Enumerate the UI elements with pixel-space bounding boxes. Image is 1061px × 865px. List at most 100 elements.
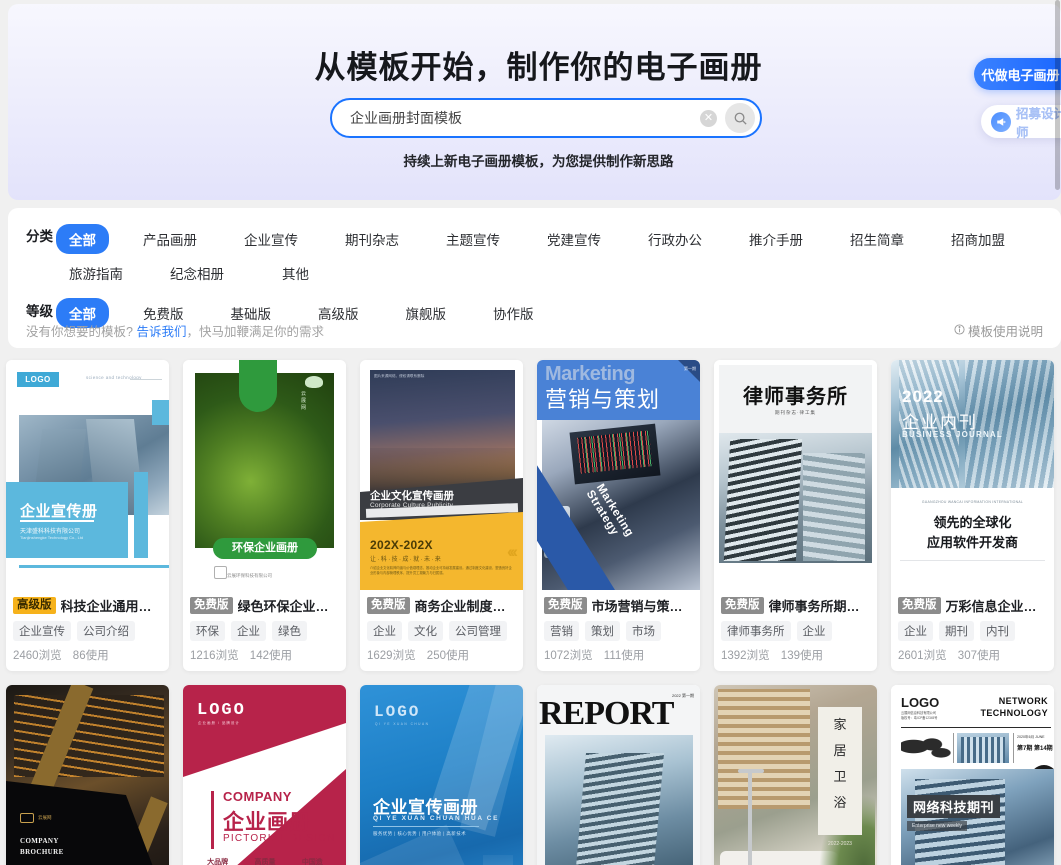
tag[interactable]: 公司管理 <box>449 621 507 641</box>
template-name: 绿色环保企业宣... <box>237 599 340 614</box>
template-card[interactable]: 家 居 卫 浴 2022-2023 <box>714 685 877 865</box>
search-bar[interactable]: ✕ <box>330 98 762 138</box>
template-meta: 免费版 万彩信息企业期... 企业 期刊 内刊 2601浏览 307使用 <box>891 590 1054 671</box>
cover-en-1: NETWORK <box>998 696 1048 706</box>
category-chip-7[interactable]: 推介手册 <box>736 224 816 254</box>
category-chip-9[interactable]: 招商加盟 <box>938 224 1018 254</box>
tag[interactable]: 律师事务所 <box>721 621 791 641</box>
page-scrollbar[interactable] <box>1055 0 1061 865</box>
tag[interactable]: 市场 <box>626 621 661 641</box>
template-card[interactable]: 图片来源网络，侵权请联系删除 企业文化宣传画册 Corporate Cultur… <box>360 360 523 671</box>
template-thumbnail[interactable]: LOGO science and technology 企业宣传册 天津盛科科技… <box>6 360 169 590</box>
hero-banner: 从模板开始，制作你的电子画册 ✕ 持续上新电子画册模板，为您提供制作新思路 <box>8 4 1061 200</box>
cover-year: 2022 <box>902 387 944 406</box>
template-card[interactable]: LOGO QI YE XUAN CHUAN 企业宣传画册 QI YE XUAN … <box>360 685 523 865</box>
tag[interactable]: 营销 <box>544 621 579 641</box>
tag[interactable]: 期刊 <box>939 621 974 641</box>
order-service-button[interactable]: 代做电子画册 <box>974 58 1061 90</box>
cover-blinds <box>718 689 810 809</box>
category-chip-5[interactable]: 党建宣传 <box>534 224 614 254</box>
tag[interactable]: 企业 <box>898 621 933 641</box>
template-card[interactable]: 律师事务所 期刊杂志·律工集 免费版 律师事务所期刊... 律师事务所 企业 1… <box>714 360 877 671</box>
level-chip-5[interactable]: 协作版 <box>480 298 547 328</box>
category-chip-all[interactable]: 全部 <box>56 224 109 254</box>
scrollbar-thumb[interactable] <box>1055 0 1060 190</box>
tag[interactable]: 企业 <box>796 621 832 641</box>
tag[interactable]: 企业宣传 <box>13 621 71 641</box>
cover-photo <box>719 433 872 563</box>
tag[interactable]: 企业 <box>231 621 266 641</box>
category-chip-2[interactable]: 企业宣传 <box>231 224 311 254</box>
template-thumbnail[interactable]: 律师事务所 期刊杂志·律工集 <box>714 360 877 590</box>
template-stats: 1629浏览 250使用 <box>367 647 516 663</box>
view-count: 2601浏览 <box>898 650 947 662</box>
category-chip-1[interactable]: 产品画册 <box>130 224 210 254</box>
template-title-row: 免费版 市场营销与策划... <box>544 596 693 615</box>
cover-title: 企业宣传册 <box>20 503 98 520</box>
tag[interactable]: 内刊 <box>980 621 1015 641</box>
info-circle-icon <box>954 323 965 338</box>
cover-shower-head <box>738 769 764 773</box>
template-card[interactable]: LOGO 企业画册 / 品牌设计 COMPANY 企业画册 PICTORIAL … <box>183 685 346 865</box>
category-chip-list: 全部 产品画册 企业宣传 期刊杂志 主题宣传 党建宣传 行政办公 推介手册 招生… <box>56 222 1043 290</box>
category-chip-11[interactable]: 纪念相册 <box>157 258 237 288</box>
template-card[interactable]: 云展网 环保企业画册 云展环保科技有限公司 免费版 绿色环保企业宣... 环保 … <box>183 360 346 671</box>
recruit-designer-button[interactable]: 招募设计师 <box>981 105 1061 140</box>
search-icon[interactable] <box>725 103 755 133</box>
template-thumbnail[interactable]: 云展网 COMPANY BROCHURE 云展公司宣传册 <box>6 685 169 865</box>
category-chip-10[interactable]: 旅游指南 <box>56 258 136 288</box>
template-thumbnail[interactable]: 家 居 卫 浴 2022-2023 <box>714 685 877 865</box>
cover-city-photo <box>957 733 1009 763</box>
template-card[interactable]: 云展网 COMPANY BROCHURE 云展公司宣传册 <box>6 685 169 865</box>
tag[interactable]: 策划 <box>585 621 620 641</box>
category-chip-4[interactable]: 主题宣传 <box>433 224 513 254</box>
template-thumbnail[interactable]: LOGO 企业画册 / 品牌设计 COMPANY 企业画册 PICTORIAL … <box>183 685 346 865</box>
template-title-row: 免费版 万彩信息企业期... <box>898 596 1047 615</box>
tag[interactable]: 企业 <box>367 621 402 641</box>
template-thumbnail[interactable]: REPORT 2022 第一期 <box>537 685 700 865</box>
template-help-link[interactable]: 模板使用说明 <box>954 321 1043 340</box>
feedback-note-prefix: 没有你想要的模板? <box>26 325 133 339</box>
template-tags: 企业 文化 公司管理 <box>367 621 516 641</box>
tell-us-link[interactable]: 告诉我们 <box>136 325 186 339</box>
template-thumbnail[interactable]: 2022 企业内刊 BUSINESS JOURNAL GUANGZHOU WAN… <box>891 360 1054 590</box>
cover-divider <box>901 727 1051 728</box>
level-chip-4[interactable]: 旗舰版 <box>393 298 460 328</box>
tag[interactable]: 绿色 <box>272 621 307 641</box>
template-name: 市场营销与策划... <box>591 599 694 614</box>
category-chip-12[interactable]: 其他 <box>269 258 322 288</box>
template-thumbnail[interactable]: 云展网 环保企业画册 云展环保科技有限公司 <box>183 360 346 590</box>
search-input[interactable] <box>332 110 700 126</box>
template-thumbnail[interactable]: Marketing Strategy Marketing 营销与策划 第一期 <box>537 360 700 590</box>
category-chip-3[interactable]: 期刊杂志 <box>332 224 412 254</box>
tag[interactable]: 环保 <box>190 621 225 641</box>
template-thumbnail[interactable]: LOGO QI YE XUAN CHUAN 企业宣传画册 QI YE XUAN … <box>360 685 523 865</box>
template-card[interactable]: REPORT 2022 第一期 <box>537 685 700 865</box>
tag[interactable]: 文化 <box>408 621 443 641</box>
hero-subtitle: 持续上新电子画册模板，为您提供制作新思路 <box>403 154 674 169</box>
cover-pinyin: QI YE XUAN CHUAN HUA CE <box>373 815 500 822</box>
cover-logo-mark <box>20 813 34 823</box>
cover-en: COMPANY <box>223 789 292 804</box>
template-thumbnail[interactable]: 图片来源网络，侵权请联系删除 企业文化宣传画册 Corporate Cultur… <box>360 360 523 590</box>
category-chip-6[interactable]: 行政办公 <box>635 224 715 254</box>
template-stats: 2460浏览 86使用 <box>13 647 162 663</box>
feedback-note-suffix: ，快马加鞭满足你的需求 <box>186 325 324 339</box>
cover-accent-2 <box>134 472 148 558</box>
use-count: 142使用 <box>249 650 292 662</box>
cover-photo <box>370 370 515 500</box>
world-map-icon <box>901 733 951 763</box>
cover-company: 天津盛科科技有限公司 <box>20 529 81 535</box>
template-card[interactable]: Marketing Strategy Marketing 营销与策划 第一期 免… <box>537 360 700 671</box>
cover-logo: LOGO <box>374 703 421 721</box>
template-card[interactable]: LOGO science and technology 企业宣传册 天津盛科科技… <box>6 360 169 671</box>
template-card[interactable]: 2022 企业 内刊 BUSINESS JOURNAL GUANGZHOU WAN… <box>891 360 1054 671</box>
cover-accent-3 <box>152 400 169 425</box>
category-chip-8[interactable]: 招生简章 <box>837 224 917 254</box>
cover-sep-2 <box>1013 733 1014 763</box>
template-thumbnail[interactable]: LOGO 云展网信息科技有限公司 版权号：粤ICP备12345号 NETWORK … <box>891 685 1054 865</box>
template-grid: LOGO science and technology 企业宣传册 天津盛科科技… <box>0 360 1061 865</box>
tag[interactable]: 公司介绍 <box>77 621 135 641</box>
close-circle-icon[interactable]: ✕ <box>700 109 717 127</box>
template-card[interactable]: LOGO 云展网信息科技有限公司 版权号：粤ICP备12345号 NETWORK … <box>891 685 1054 865</box>
